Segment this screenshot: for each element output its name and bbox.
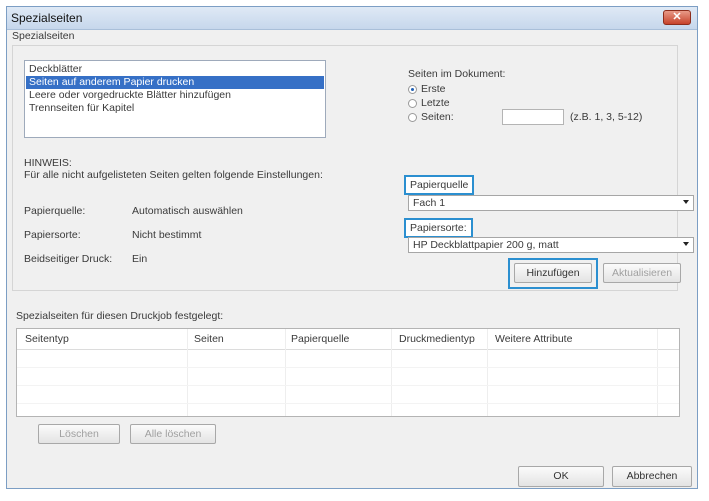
- note-value-paper-source: Automatisch auswählen: [132, 205, 243, 217]
- cancel-button[interactable]: Abbrechen: [612, 466, 692, 487]
- document-pages-label: Seiten im Dokument:: [408, 68, 506, 80]
- paper-source-value: Fach 1: [413, 197, 446, 209]
- pages-example: (z.B. 1, 3, 5-12): [570, 111, 643, 123]
- delete-all-button[interactable]: Alle löschen: [130, 424, 216, 444]
- chevron-down-icon: [683, 242, 689, 246]
- column-media-type[interactable]: Druckmedientyp: [399, 333, 475, 345]
- paper-type-label: Papiersorte:: [404, 218, 473, 238]
- update-button[interactable]: Aktualisieren: [603, 263, 681, 283]
- note-label-paper-source: Papierquelle:: [24, 205, 86, 217]
- note-value-duplex: Ein: [132, 253, 148, 265]
- column-page-type[interactable]: Seitentyp: [25, 333, 69, 345]
- note-title: HINWEIS:: [24, 157, 72, 169]
- page-type-list[interactable]: Deckblätter Seiten auf anderem Papier dr…: [24, 60, 326, 138]
- column-paper-source[interactable]: Papierquelle: [291, 333, 349, 345]
- list-item-other-paper[interactable]: Seiten auf anderem Papier drucken: [26, 76, 324, 89]
- note-text: Für alle nicht aufgelisteten Seiten gelt…: [24, 169, 323, 181]
- note-label-duplex: Beidseitiger Druck:: [24, 253, 113, 265]
- column-other-attributes[interactable]: Weitere Attribute: [495, 333, 572, 345]
- note-value-paper-type: Nicht bestimmt: [132, 229, 202, 241]
- close-icon: ✕: [672, 11, 682, 23]
- row-divider: [17, 367, 679, 368]
- list-item-cover-pages[interactable]: Deckblätter: [29, 63, 82, 76]
- row-divider: [17, 385, 679, 386]
- radio-pages[interactable]: [408, 113, 417, 122]
- paper-source-dropdown[interactable]: Fach 1: [408, 195, 694, 211]
- ok-button[interactable]: OK: [518, 466, 604, 487]
- radio-first-label: Erste: [421, 83, 446, 95]
- note-label-paper-type: Papiersorte:: [24, 229, 81, 241]
- radio-first[interactable]: [408, 85, 417, 94]
- table-header-divider: [17, 349, 679, 350]
- job-table-label: Spezialseiten für diesen Druckjob festge…: [16, 310, 224, 322]
- column-pages[interactable]: Seiten: [194, 333, 224, 345]
- paper-source-label: Papierquelle: [404, 175, 475, 195]
- chevron-down-icon: [683, 200, 689, 204]
- close-button[interactable]: ✕: [663, 10, 691, 25]
- job-table[interactable]: Seitentyp Seiten Papierquelle Druckmedie…: [16, 328, 680, 417]
- radio-pages-label: Seiten:: [421, 111, 454, 123]
- group-label: Spezialseiten: [12, 30, 75, 42]
- list-item-chapter-separators[interactable]: Trennseiten für Kapitel: [29, 102, 134, 115]
- delete-button[interactable]: Löschen: [38, 424, 120, 444]
- pages-input[interactable]: [502, 109, 564, 125]
- add-button[interactable]: Hinzufügen: [514, 263, 592, 283]
- row-divider: [17, 403, 679, 404]
- paper-type-dropdown[interactable]: HP Deckblattpapier 200 g, matt: [408, 237, 694, 253]
- paper-type-value: HP Deckblattpapier 200 g, matt: [413, 239, 559, 251]
- radio-last[interactable]: [408, 99, 417, 108]
- window-title: Spezialseiten: [11, 11, 83, 25]
- radio-last-label: Letzte: [421, 97, 450, 109]
- title-bar: Spezialseiten ✕: [7, 7, 697, 30]
- list-item-blank-sheets[interactable]: Leere oder vorgedruckte Blätter hinzufüg…: [29, 89, 231, 102]
